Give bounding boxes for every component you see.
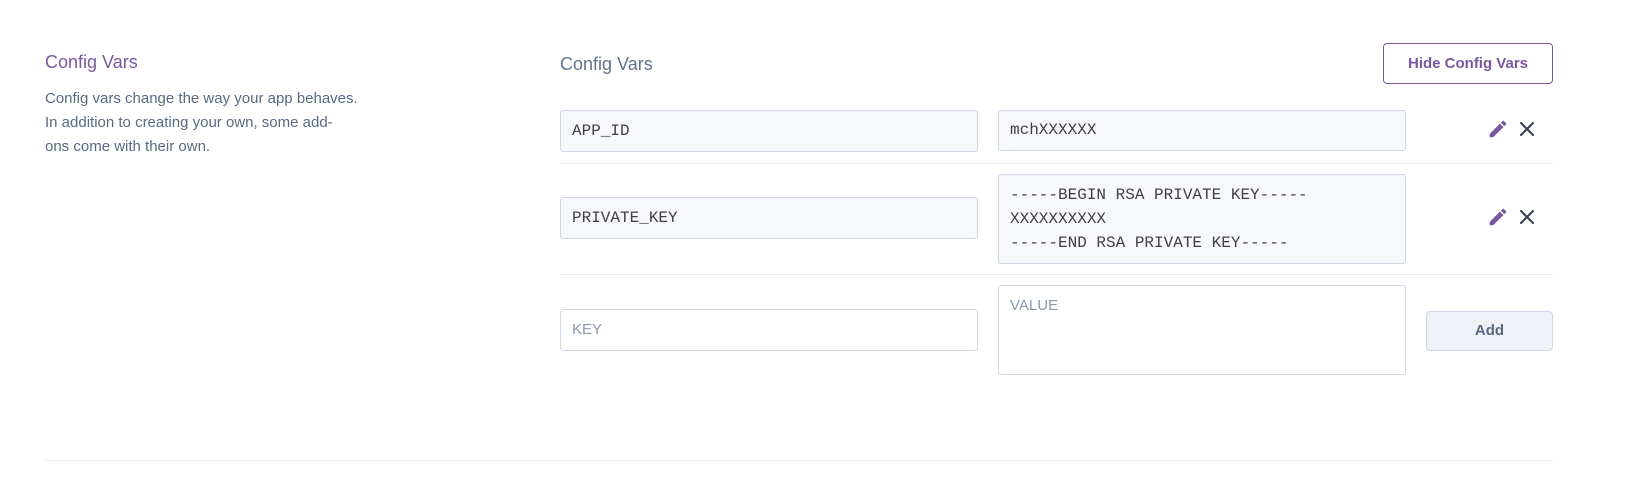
delete-var-button[interactable]: [1514, 118, 1540, 144]
pencil-icon: [1487, 118, 1509, 145]
edit-var-button[interactable]: [1485, 118, 1511, 144]
config-vars-page: Config Vars Config vars change the way y…: [0, 0, 1642, 480]
section-divider: [45, 460, 1553, 461]
sidebar-description: Config vars change the way your app beha…: [45, 90, 358, 155]
close-icon: [1519, 121, 1535, 142]
config-var-key-field[interactable]: PRIVATE_KEY: [560, 197, 978, 239]
delete-var-button[interactable]: [1514, 206, 1540, 232]
close-icon: [1519, 209, 1535, 230]
config-var-value-field[interactable]: mchXXXXXX: [998, 110, 1406, 151]
edit-var-button[interactable]: [1485, 206, 1511, 232]
section-title: Config Vars: [560, 54, 653, 74]
config-var-value-field[interactable]: -----BEGIN RSA PRIVATE KEY----- XXXXXXXX…: [998, 174, 1406, 264]
sidebar-title: Config Vars: [45, 52, 138, 72]
pencil-icon: [1487, 206, 1509, 233]
row-divider: [560, 274, 1553, 275]
new-value-input[interactable]: VALUE: [998, 285, 1406, 375]
config-var-key-field[interactable]: APP_ID: [560, 110, 978, 152]
add-var-button[interactable]: Add: [1426, 311, 1553, 351]
hide-config-vars-button[interactable]: Hide Config Vars: [1383, 43, 1553, 84]
new-key-input[interactable]: KEY: [560, 309, 978, 351]
row-divider: [560, 163, 1553, 164]
